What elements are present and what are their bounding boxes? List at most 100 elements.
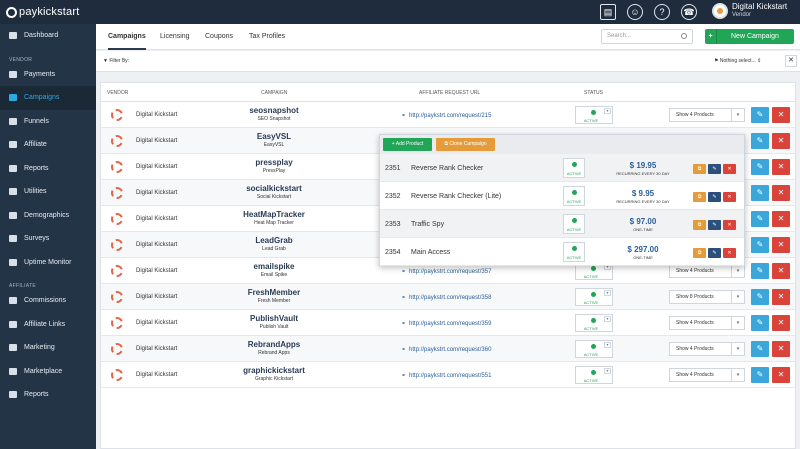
affiliate-url-link[interactable]: http://paykstrt.com/request/357 bbox=[401, 268, 491, 275]
app-logo[interactable]: paykickstart bbox=[0, 6, 79, 18]
chevron-down-icon[interactable]: ▾ bbox=[604, 108, 611, 114]
add-product-button[interactable]: + Add Product bbox=[383, 138, 432, 151]
copy-icon[interactable]: ⧉ bbox=[693, 220, 706, 230]
copy-icon[interactable]: ⧉ bbox=[693, 192, 706, 202]
status-toggle[interactable]: ACTIVE ▾ bbox=[575, 314, 613, 332]
user-menu[interactable]: Digital Kickstart Vendor bbox=[712, 2, 787, 20]
affiliate-url-link[interactable]: http://paykstrt.com/request/215 bbox=[401, 112, 491, 119]
campaign-name[interactable]: Lead Grab bbox=[242, 246, 306, 252]
campaign-name[interactable]: EasyVSL bbox=[242, 142, 306, 148]
affiliate-url-link[interactable]: http://paykstrt.com/request/358 bbox=[401, 294, 491, 301]
status-toggle[interactable]: ACTIVE ▾ bbox=[575, 288, 613, 306]
delete-button[interactable]: ✕ bbox=[772, 367, 790, 383]
delete-button[interactable]: ✕ bbox=[772, 185, 790, 201]
status-toggle[interactable]: ACTIVE ▾ bbox=[575, 340, 613, 358]
sidebar-item-commissions[interactable]: Commissions bbox=[0, 289, 96, 313]
product-status-toggle[interactable]: ACTIVE bbox=[563, 214, 585, 234]
edit-icon[interactable]: ✎ bbox=[708, 164, 721, 174]
help-icon[interactable]: ? bbox=[654, 4, 670, 20]
campaign-name[interactable]: PressPlay bbox=[242, 168, 306, 174]
close-icon[interactable]: ✕ bbox=[785, 55, 797, 67]
edit-icon[interactable]: ✎ bbox=[708, 220, 721, 230]
campaign-name[interactable]: Publish Vault bbox=[242, 324, 306, 330]
edit-button[interactable]: ✎ bbox=[751, 211, 769, 227]
product-status-toggle[interactable]: ACTIVE bbox=[563, 158, 585, 178]
edit-button[interactable]: ✎ bbox=[751, 107, 769, 123]
show-products-select[interactable]: Show 4 Products ▾ bbox=[669, 342, 745, 356]
delete-button[interactable]: ✕ bbox=[772, 315, 790, 331]
delete-button[interactable]: ✕ bbox=[772, 107, 790, 123]
delete-icon[interactable]: ✕ bbox=[723, 192, 736, 202]
sidebar-item-reports[interactable]: Reports bbox=[0, 157, 96, 181]
edit-icon[interactable]: ✎ bbox=[708, 248, 721, 258]
edit-button[interactable]: ✎ bbox=[751, 185, 769, 201]
chevron-down-icon[interactable]: ▾ bbox=[604, 342, 611, 348]
sidebar-item-funnels[interactable]: Funnels bbox=[0, 110, 96, 134]
edit-button[interactable]: ✎ bbox=[751, 315, 769, 331]
sidebar-item-campaigns[interactable]: Campaigns bbox=[0, 86, 96, 110]
campaign-name[interactable]: Heat Map Tracker bbox=[242, 220, 306, 226]
sidebar-item-utilities[interactable]: Utilities bbox=[0, 180, 96, 204]
status-toggle[interactable]: ACTIVE ▾ bbox=[575, 366, 613, 384]
user-icon[interactable]: ☺ bbox=[627, 4, 643, 20]
delete-button[interactable]: ✕ bbox=[772, 159, 790, 175]
edit-button[interactable]: ✎ bbox=[751, 289, 769, 305]
product-name[interactable]: Reverse Rank Checker bbox=[411, 165, 483, 172]
show-products-select[interactable]: Show 4 Products ▾ bbox=[669, 108, 745, 122]
filter-label[interactable]: ▼ Filter By: bbox=[103, 58, 129, 64]
delete-icon[interactable]: ✕ bbox=[723, 248, 736, 258]
sidebar-item-surveys[interactable]: Surveys bbox=[0, 227, 96, 251]
copy-icon[interactable]: ⧉ bbox=[693, 164, 706, 174]
sidebar-item-marketing[interactable]: Marketing bbox=[0, 336, 96, 360]
tab-licensing[interactable]: Licensing bbox=[160, 24, 190, 50]
affiliate-url-link[interactable]: http://paykstrt.com/request/360 bbox=[401, 346, 491, 353]
edit-button[interactable]: ✎ bbox=[751, 367, 769, 383]
sidebar-item-reports[interactable]: Reports bbox=[0, 383, 96, 407]
edit-button[interactable]: ✎ bbox=[751, 237, 769, 253]
campaign-name[interactable]: Email Spike bbox=[242, 272, 306, 278]
campaign-name[interactable]: Rebrand Apps bbox=[242, 350, 306, 356]
delete-icon[interactable]: ✕ bbox=[723, 220, 736, 230]
sidebar-item-demographics[interactable]: Demographics bbox=[0, 204, 96, 228]
delete-icon[interactable]: ✕ bbox=[723, 164, 736, 174]
product-name[interactable]: Traffic Spy bbox=[411, 221, 444, 228]
copy-icon[interactable]: ⧉ bbox=[693, 248, 706, 258]
campaign-name[interactable]: Graphic Kickstart bbox=[242, 376, 306, 382]
show-products-select[interactable]: Show 4 Products ▾ bbox=[669, 264, 745, 278]
show-products-select[interactable]: Show 8 Products ▾ bbox=[669, 290, 745, 304]
filter-select[interactable]: ⚑ Nothing select... ⇕ bbox=[714, 58, 761, 64]
chevron-down-icon[interactable]: ▾ bbox=[604, 290, 611, 296]
sidebar-item-payments[interactable]: Payments bbox=[0, 63, 96, 87]
clone-campaign-button[interactable]: ⧉ Clone Campaign bbox=[436, 138, 495, 151]
tab-campaigns[interactable]: Campaigns bbox=[108, 24, 146, 50]
chevron-down-icon[interactable]: ▾ bbox=[604, 368, 611, 374]
campaign-name[interactable]: Fresh Member bbox=[242, 298, 306, 304]
sidebar-item-marketplace[interactable]: Marketplace bbox=[0, 360, 96, 384]
edit-button[interactable]: ✎ bbox=[751, 133, 769, 149]
support-icon[interactable]: ☎ bbox=[681, 4, 697, 20]
affiliate-url-link[interactable]: http://paykstrt.com/request/359 bbox=[401, 320, 491, 327]
delete-button[interactable]: ✕ bbox=[772, 133, 790, 149]
delete-button[interactable]: ✕ bbox=[772, 211, 790, 227]
new-campaign-button[interactable]: + New Campaign bbox=[705, 29, 794, 44]
delete-button[interactable]: ✕ bbox=[772, 263, 790, 279]
show-products-select[interactable]: Show 4 Products ▾ bbox=[669, 316, 745, 330]
tab-coupons[interactable]: Coupons bbox=[205, 24, 233, 50]
store-icon[interactable]: ▤ bbox=[600, 4, 616, 20]
delete-button[interactable]: ✕ bbox=[772, 341, 790, 357]
search-input[interactable]: Search... bbox=[601, 29, 693, 44]
delete-button[interactable]: ✕ bbox=[772, 237, 790, 253]
campaign-name[interactable]: Social Kickstart bbox=[242, 194, 306, 200]
edit-button[interactable]: ✎ bbox=[751, 341, 769, 357]
sidebar-item-affiliate-links[interactable]: Affiliate Links bbox=[0, 313, 96, 337]
delete-button[interactable]: ✕ bbox=[772, 289, 790, 305]
product-status-toggle[interactable]: ACTIVE bbox=[563, 186, 585, 206]
show-products-select[interactable]: Show 4 Products ▾ bbox=[669, 368, 745, 382]
product-status-toggle[interactable]: ACTIVE bbox=[563, 242, 585, 262]
product-name[interactable]: Reverse Rank Checker (Lite) bbox=[411, 193, 501, 200]
edit-icon[interactable]: ✎ bbox=[708, 192, 721, 202]
campaign-name[interactable]: SEO Snapshot bbox=[242, 116, 306, 122]
edit-button[interactable]: ✎ bbox=[751, 159, 769, 175]
tab-tax-profiles[interactable]: Tax Profiles bbox=[249, 24, 285, 50]
sidebar-item-dashboard[interactable]: Dashboard bbox=[0, 24, 96, 48]
